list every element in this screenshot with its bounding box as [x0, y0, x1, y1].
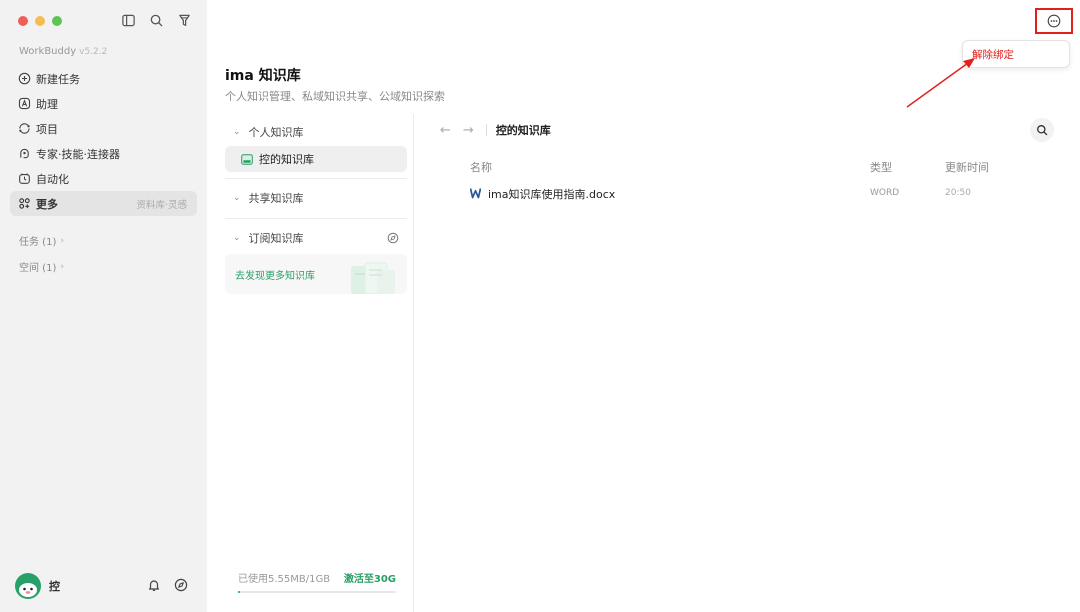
more-options-menu: 解除绑定: [962, 40, 1070, 68]
storage-usage: 已使用5.55MB/1GB 激活至30G: [238, 570, 396, 593]
storage-bar: [238, 591, 396, 593]
chevron-down-icon: ⌄: [233, 193, 241, 203]
more-grid-icon: [19, 198, 30, 209]
file-browser: ← → 控的知识库 名称 类型 更新时间 ima知识库使用指南.docx WOR…: [440, 118, 1060, 201]
kb-group-label: 共享知识库: [248, 192, 304, 205]
sidebar-item-assistant[interactable]: 助理: [10, 91, 197, 116]
storage-bar-fill: [238, 591, 241, 593]
kb-group-personal[interactable]: ⌄ 个人知识库: [225, 118, 407, 146]
sidebar-item-experts[interactable]: 专家·技能·连接器: [10, 141, 197, 166]
divider: [485, 124, 487, 136]
documents-illustration-icon: [351, 262, 395, 294]
minimize-window-button[interactable]: [35, 16, 45, 26]
panel-divider: [413, 114, 414, 612]
kb-group-subscribed[interactable]: ⌄ 订阅知识库: [225, 224, 407, 252]
expert-icon: [20, 148, 29, 159]
chevron-right-icon: ›: [60, 235, 64, 246]
back-arrow-icon[interactable]: ←: [440, 123, 451, 138]
more-options-button[interactable]: [1035, 8, 1073, 34]
file-type: WORD: [870, 188, 900, 198]
zoom-window-button[interactable]: [52, 16, 62, 26]
unbind-menu-item[interactable]: 解除绑定: [972, 47, 1014, 62]
sidebar-item-new-task[interactable]: 新建任务: [10, 66, 197, 91]
kb-panel: ⌄ 个人知识库 控的知识库 ⌄ 共享知识库 ⌄ 订阅知识库 去发现更多知识库: [225, 118, 407, 294]
user-profile[interactable]: 控: [15, 573, 60, 599]
chevron-down-icon: ⌄: [233, 127, 241, 137]
sidebar-footer-actions: [147, 578, 188, 592]
sidebar-toolbar: [121, 13, 192, 28]
page-title: ima 知识库: [225, 68, 301, 84]
storage-used-text: 已使用5.55MB/1GB: [238, 574, 331, 585]
compass-icon[interactable]: [387, 232, 399, 244]
sidebar-item-automation[interactable]: 自动化: [10, 166, 197, 191]
breadcrumb: 控的知识库: [495, 124, 551, 137]
discover-more-kb-card[interactable]: 去发现更多知识库: [225, 254, 407, 294]
sidebar-item-more[interactable]: 更多 资料库·灵感: [10, 191, 197, 216]
discover-label: 去发现更多知识库: [235, 270, 315, 282]
file-updated-time: 20:50: [945, 188, 971, 198]
sidebar-item-label: 项目: [36, 122, 58, 136]
window-controls: [18, 16, 62, 26]
column-header-type[interactable]: 类型: [870, 159, 892, 175]
kb-group-label: 订阅知识库: [248, 232, 304, 245]
app-name: WorkBuddy: [19, 46, 77, 57]
sidebar-item-label: 自动化: [36, 172, 69, 186]
page-subtitle: 个人知识管理、私域知识共享、公域知识探索: [225, 90, 445, 103]
file-search-button[interactable]: [1030, 118, 1054, 142]
file-browser-toolbar: ← → 控的知识库: [440, 118, 1060, 142]
more-horizontal-icon: [1047, 14, 1061, 28]
upgrade-storage-link[interactable]: 激活至30G: [344, 570, 396, 585]
kb-group-shared[interactable]: ⌄ 共享知识库: [225, 184, 407, 212]
project-icon: [19, 123, 30, 134]
sidebar-item-project[interactable]: 项目: [10, 116, 197, 141]
chevron-right-icon: ›: [60, 261, 64, 272]
avatar-mascot-icon: [19, 583, 37, 597]
sidebar-item-label: 新建任务: [36, 72, 80, 86]
assistant-icon: [18, 97, 31, 110]
avatar[interactable]: [15, 573, 41, 599]
app-sidebar: WorkBuddy v5.2.2 新建任务 助理 项目 专家·技能·连接器 自动化…: [0, 0, 207, 612]
kb-group-label: 个人知识库: [248, 126, 304, 139]
sidebar-toggle-icon[interactable]: [121, 13, 136, 28]
word-doc-icon: [470, 188, 481, 199]
close-window-button[interactable]: [18, 16, 28, 26]
divider: [225, 218, 407, 219]
section-spaces[interactable]: 空间 (1) ›: [19, 259, 64, 275]
file-name: ima知识库使用指南.docx: [488, 188, 616, 201]
kb-item-label: 控的知识库: [259, 153, 314, 166]
section-label: 任务 (1): [19, 237, 57, 248]
sidebar-item-label: 更多: [36, 197, 58, 211]
automation-icon: [19, 173, 30, 184]
column-header-updated[interactable]: 更新时间: [945, 159, 989, 175]
plus-circle-icon: [18, 72, 31, 85]
sidebar-nav: 新建任务 助理 项目 专家·技能·连接器 自动化 更多 资料库·灵感: [10, 66, 197, 216]
bell-icon[interactable]: [147, 578, 161, 592]
app-brand: WorkBuddy v5.2.2: [19, 46, 107, 57]
table-row[interactable]: ima知识库使用指南.docx WORD 20:50: [440, 186, 1040, 202]
search-icon[interactable]: [149, 13, 164, 28]
sidebar-item-label: 专家·技能·连接器: [36, 147, 120, 161]
column-header-name[interactable]: 名称: [470, 159, 492, 175]
divider: [225, 178, 407, 179]
filter-icon[interactable]: [177, 13, 192, 28]
chevron-down-icon: ⌄: [233, 233, 241, 243]
section-label: 空间 (1): [19, 263, 57, 274]
app-version: v5.2.2: [79, 47, 108, 57]
user-name: 控: [49, 580, 60, 593]
sidebar-item-label: 助理: [36, 97, 58, 111]
kb-item-my-kb[interactable]: 控的知识库: [225, 146, 407, 172]
search-icon: [1037, 125, 1048, 136]
sidebar-item-sublabel: 资料库·灵感: [136, 199, 187, 211]
forward-arrow-icon[interactable]: →: [463, 123, 474, 138]
section-tasks[interactable]: 任务 (1) ›: [19, 233, 64, 249]
kb-folder-icon: [241, 153, 253, 165]
compass-icon[interactable]: [174, 578, 188, 592]
